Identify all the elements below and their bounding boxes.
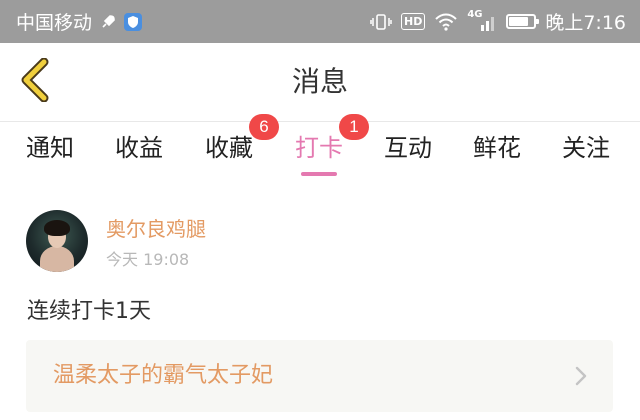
avatar-figure-body: [40, 246, 74, 272]
battery-fill: [509, 17, 529, 26]
tab-favorites[interactable]: 收藏 6: [205, 114, 279, 184]
tab-bar: 通知 收益 收藏 6 打卡 1 互动 鲜花 关注: [0, 114, 640, 184]
message-item: 奥尔良鸡腿 今天 19:08 连续打卡1天 温柔太子的霸气太子妃: [0, 183, 640, 420]
status-bar-right: HD 4G 晚上7:16: [370, 0, 626, 43]
avatar[interactable]: [26, 210, 88, 272]
carrier-label: 中国移动: [16, 12, 93, 34]
tab-label: 收藏: [205, 134, 253, 162]
tab-notifications[interactable]: 通知: [26, 122, 74, 184]
tab-label: 关注: [562, 134, 610, 162]
tab-label: 互动: [384, 134, 432, 162]
signal-icon: 4G: [467, 9, 497, 33]
tab-label: 通知: [26, 134, 74, 162]
tab-following[interactable]: 关注: [562, 122, 610, 184]
username-link[interactable]: 奥尔良鸡腿: [106, 213, 206, 242]
active-tab-indicator: [301, 172, 337, 176]
message-text: 连续打卡1天: [27, 299, 151, 324]
wifi-icon: [434, 13, 458, 31]
tab-badge-count: 1: [339, 114, 369, 140]
status-bar: 中国移动 HD 4G 晚上7:16: [0, 0, 640, 43]
tab-label: 收益: [115, 134, 163, 162]
tab-label: 鲜花: [473, 134, 521, 162]
book-link-card[interactable]: 温柔太子的霸气太子妃: [26, 340, 613, 412]
tab-earnings[interactable]: 收益: [115, 122, 163, 184]
hd-icon: HD: [400, 13, 426, 30]
tab-flowers[interactable]: 鲜花: [473, 122, 521, 184]
tab-interactions[interactable]: 互动: [384, 122, 432, 184]
rocket-icon: [100, 14, 116, 30]
tab-label: 打卡: [295, 134, 343, 162]
message-timestamp: 今天 19:08: [106, 250, 190, 269]
vibrate-icon: [370, 13, 392, 31]
shield-icon: [124, 12, 143, 31]
status-bar-left: 中国移动: [16, 0, 143, 43]
tab-checkin[interactable]: 打卡 1: [295, 114, 369, 184]
tab-badge-count: 6: [249, 114, 279, 140]
battery-icon: [506, 14, 540, 29]
avatar-figure-hair: [44, 220, 70, 236]
clock-label: 晚上7:16: [545, 12, 626, 34]
page-title: 消息: [291, 65, 348, 98]
header: 消息: [0, 43, 640, 121]
book-title: 温柔太子的霸气太子妃: [53, 363, 274, 388]
chevron-right-icon: [571, 364, 591, 388]
